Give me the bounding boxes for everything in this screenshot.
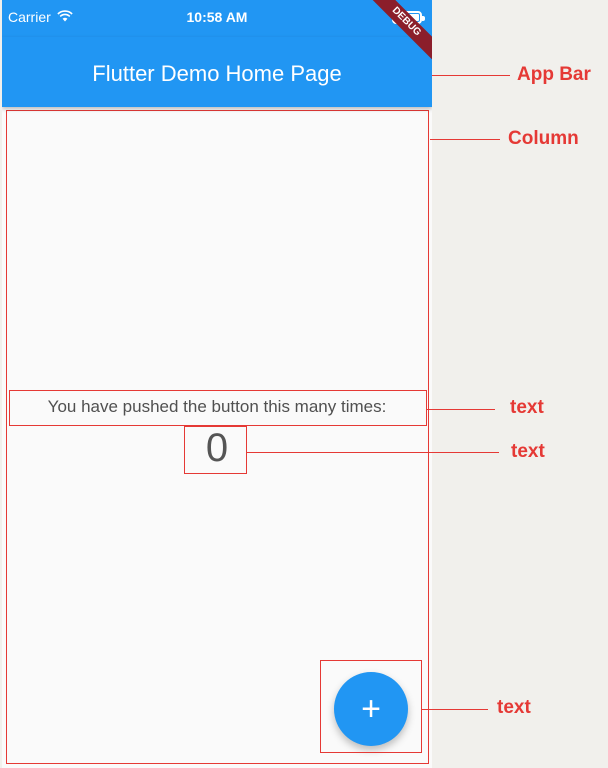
column-annotation: Column [508, 128, 579, 149]
counter-message: You have pushed the button this many tim… [47, 397, 387, 416]
app-bar: Flutter Demo Home Page [2, 37, 432, 107]
increment-button[interactable]: + [334, 672, 408, 746]
message-leader [427, 409, 495, 410]
status-time: 10:58 AM [186, 9, 248, 25]
app-bar-annotation: App Bar [517, 64, 591, 85]
status-bar: Carrier 10:58 AM [2, 0, 432, 37]
counter-annotation: text [511, 441, 545, 462]
plus-icon: + [361, 690, 381, 728]
counter-value: 0 [205, 426, 229, 470]
app-bar-leader [432, 75, 510, 76]
phone-screen: Carrier 10:58 AM Flutter Demo Home Page … [2, 0, 432, 768]
fab-annotation: text [497, 697, 531, 718]
column-leader [430, 139, 500, 140]
message-annotation: text [510, 397, 544, 418]
app-bar-title: Flutter Demo Home Page [92, 61, 342, 86]
